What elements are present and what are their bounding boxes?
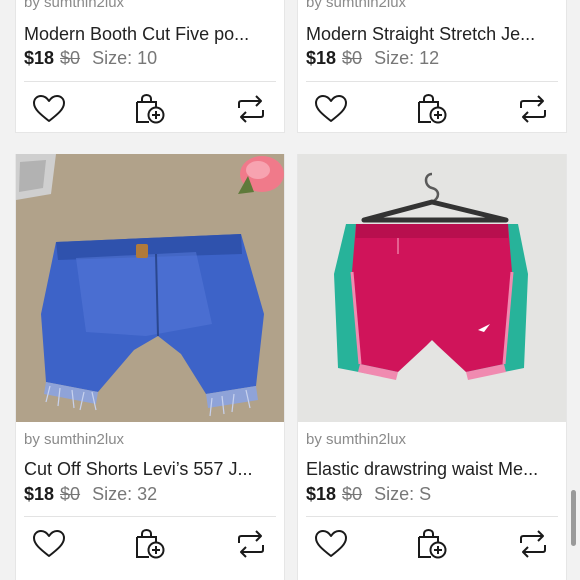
listing-photo[interactable] — [298, 154, 566, 422]
heart-icon — [33, 95, 65, 122]
heart-icon — [33, 530, 65, 557]
listing-title[interactable]: Modern Booth Cut Five po... — [24, 24, 276, 45]
add-to-bundle-button[interactable] — [133, 92, 167, 126]
add-to-bundle-button[interactable] — [133, 527, 167, 561]
price-row: $18 $0 Size: 32 — [24, 484, 157, 505]
scrollbar[interactable] — [571, 490, 576, 546]
action-bar — [16, 527, 284, 561]
price-row: $18 $0 Size: 12 — [306, 48, 439, 69]
action-bar — [16, 92, 284, 126]
size-label: Size: 10 — [92, 48, 158, 68]
divider — [24, 516, 276, 517]
heart-icon — [315, 530, 347, 557]
price: $18 — [24, 48, 55, 68]
action-bar — [298, 92, 566, 126]
action-bar — [298, 527, 566, 561]
bundle-add-icon — [136, 93, 165, 124]
seller-name[interactable]: by sumthin2lux — [24, 0, 124, 11]
like-button[interactable] — [314, 92, 348, 126]
share-button[interactable] — [234, 527, 268, 561]
listing-title[interactable]: Cut Off Shorts Levi’s 557 J... — [24, 459, 276, 480]
share-button[interactable] — [516, 527, 550, 561]
listing-card[interactable]: by sumthin2lux Cut Off Shorts Levi’s 557… — [15, 154, 285, 580]
share-repost-icon — [520, 95, 546, 123]
like-button[interactable] — [32, 92, 66, 126]
denim-shorts-image — [16, 154, 284, 422]
bundle-add-icon — [136, 528, 165, 559]
original-price: $0 — [60, 484, 81, 504]
add-to-bundle-button[interactable] — [415, 92, 449, 126]
add-to-bundle-button[interactable] — [415, 527, 449, 561]
price: $18 — [306, 48, 337, 68]
seller-name[interactable]: by sumthin2lux — [306, 0, 406, 11]
divider — [24, 81, 276, 82]
original-price: $0 — [342, 484, 363, 504]
size-label: Size: 12 — [374, 48, 440, 68]
athletic-shorts-image — [298, 154, 566, 422]
listing-title[interactable]: Elastic drawstring waist Me... — [306, 459, 558, 480]
like-button[interactable] — [314, 527, 348, 561]
price: $18 — [306, 484, 337, 504]
share-button[interactable] — [234, 92, 268, 126]
listing-title[interactable]: Modern Straight Stretch Je... — [306, 24, 558, 45]
original-price: $0 — [342, 48, 363, 68]
price-row: $18 $0 Size: S — [306, 484, 431, 505]
original-price: $0 — [60, 48, 81, 68]
seller-name[interactable]: by sumthin2lux — [306, 431, 406, 448]
divider — [306, 516, 558, 517]
listing-card[interactable]: by sumthin2lux Modern Booth Cut Five po.… — [15, 0, 285, 133]
size-label: Size: 32 — [92, 484, 158, 504]
bundle-add-icon — [418, 93, 447, 124]
divider — [306, 81, 558, 82]
listing-card[interactable]: by sumthin2lux Modern Straight Stretch J… — [297, 0, 567, 133]
size-label: Size: S — [374, 484, 432, 504]
seller-name[interactable]: by sumthin2lux — [24, 431, 124, 448]
listing-card[interactable]: by sumthin2lux Elastic drawstring waist … — [297, 154, 567, 580]
price: $18 — [24, 484, 55, 504]
bundle-add-icon — [418, 528, 447, 559]
share-repost-icon — [238, 530, 264, 558]
price-row: $18 $0 Size: 10 — [24, 48, 157, 69]
heart-icon — [315, 95, 347, 122]
like-button[interactable] — [32, 527, 66, 561]
share-repost-icon — [520, 530, 546, 558]
listing-photo[interactable] — [16, 154, 284, 422]
share-button[interactable] — [516, 92, 550, 126]
share-repost-icon — [238, 95, 264, 123]
